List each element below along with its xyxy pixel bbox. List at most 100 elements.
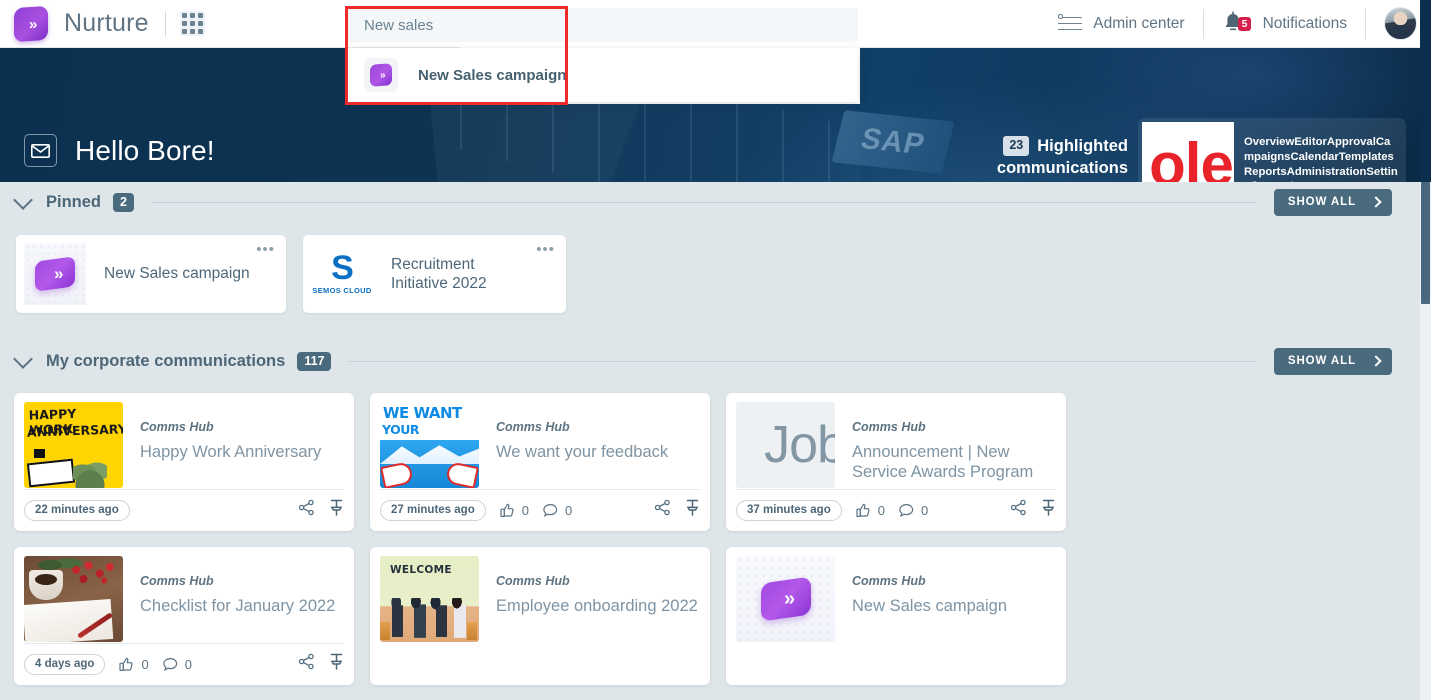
card-source: Comms Hub bbox=[496, 574, 570, 588]
promo-image-text: ole bbox=[1149, 131, 1234, 182]
chevron-right-icon bbox=[1370, 354, 1382, 367]
scrollbar-thumb[interactable] bbox=[1421, 182, 1430, 304]
nurture-tile-icon: » bbox=[736, 556, 835, 642]
promo-image: ole bbox=[1142, 122, 1234, 182]
card-source: Comms Hub bbox=[852, 420, 926, 434]
share-icon[interactable] bbox=[298, 499, 315, 521]
logo-glyph: » bbox=[29, 15, 35, 32]
coffee-notebook-image bbox=[24, 556, 123, 642]
search-result-item[interactable]: » New Sales campaign bbox=[348, 48, 858, 102]
search-panel: New sales » New Sales campaign bbox=[348, 8, 858, 102]
chevron-right-icon bbox=[1370, 195, 1382, 208]
pinned-section-count: 2 bbox=[113, 192, 134, 212]
comment-stat[interactable]: 0 bbox=[162, 656, 192, 672]
pin-icon[interactable] bbox=[685, 499, 700, 521]
vertical-scrollbar[interactable] bbox=[1420, 0, 1431, 700]
show-all-label: SHOW ALL bbox=[1287, 354, 1356, 367]
communication-card[interactable]: Job Comms Hub Announcement | New Service… bbox=[726, 393, 1066, 531]
nurture-logo-icon[interactable]: » bbox=[14, 5, 48, 42]
brand-area[interactable]: » Nurture bbox=[0, 5, 149, 42]
comment-icon bbox=[162, 657, 177, 671]
card-timestamp: 22 minutes ago bbox=[24, 499, 130, 521]
communications-section-title: My corporate communications bbox=[46, 351, 286, 370]
like-stat[interactable]: 0 bbox=[119, 657, 149, 672]
comment-icon bbox=[899, 503, 914, 517]
more-options-icon[interactable]: ••• bbox=[256, 242, 275, 257]
communication-card[interactable]: Comms Hub Checklist for January 2022 4 d… bbox=[14, 547, 354, 685]
avatar[interactable] bbox=[1384, 7, 1417, 40]
divider bbox=[1365, 8, 1366, 39]
like-stat[interactable]: 0 bbox=[856, 503, 885, 518]
more-options-icon[interactable]: ••• bbox=[536, 242, 555, 257]
card-source: Comms Hub bbox=[140, 574, 214, 588]
pinned-card-title: Recruitment Initiative 2022 bbox=[391, 255, 487, 292]
nurture-tile-icon: » bbox=[24, 243, 86, 305]
communication-card[interactable]: WELCOME Comms Hub Employee onboarding 20… bbox=[370, 547, 710, 685]
like-count: 0 bbox=[877, 502, 885, 518]
promo-card[interactable]: ole OverviewEditorApprovalCampaignsCalen… bbox=[1138, 118, 1406, 182]
envelope-icon[interactable] bbox=[24, 134, 57, 167]
communication-cards-grid: HAPPY WORK ANNIVERSARY Comms Hub Happy Wo… bbox=[0, 381, 1420, 700]
pin-icon[interactable] bbox=[329, 653, 344, 675]
chevron-down-icon[interactable] bbox=[13, 348, 33, 369]
card-source: Comms Hub bbox=[852, 574, 926, 588]
pin-icon[interactable] bbox=[329, 499, 344, 521]
bell-icon: 5 bbox=[1222, 10, 1252, 37]
semos-cloud-logo: S SEMOS CLOUD bbox=[311, 243, 373, 305]
communications-show-all-button[interactable]: SHOW ALL bbox=[1273, 347, 1392, 375]
card-title: Announcement | New Service Awards Progra… bbox=[852, 443, 1034, 482]
pinned-section-title: Pinned bbox=[46, 192, 102, 211]
divider bbox=[349, 360, 1256, 362]
thumb-text: Job bbox=[764, 416, 835, 474]
search-result-label: New Sales campaign bbox=[418, 66, 567, 84]
notifications-button[interactable]: 5 Notifications bbox=[1222, 10, 1347, 37]
share-icon[interactable] bbox=[654, 499, 671, 521]
card-timestamp: 27 minutes ago bbox=[380, 499, 486, 521]
thumbs-up-icon bbox=[119, 657, 133, 671]
card-source: Comms Hub bbox=[496, 420, 570, 434]
job-text-image: Job bbox=[736, 402, 835, 488]
pin-icon[interactable] bbox=[1041, 499, 1056, 521]
card-source: Comms Hub bbox=[140, 420, 214, 434]
share-icon[interactable] bbox=[298, 653, 315, 675]
communication-card[interactable]: WE WANTYOUR FEEDBACK Comms Hub We want y… bbox=[370, 393, 710, 531]
communication-card[interactable]: » Comms Hub New Sales campaign bbox=[726, 547, 1066, 685]
communications-section-header: My corporate communications 117 SHOW ALL bbox=[0, 341, 1420, 381]
divider bbox=[164, 10, 166, 37]
card-title: We want your feedback bbox=[496, 443, 669, 461]
logo-glyph: » bbox=[379, 69, 384, 81]
admin-center-button[interactable]: Admin center bbox=[1058, 13, 1185, 34]
comment-stat[interactable]: 0 bbox=[899, 503, 928, 518]
share-icon[interactable] bbox=[1010, 499, 1027, 521]
pinned-show-all-button[interactable]: SHOW ALL bbox=[1273, 188, 1392, 216]
like-stat[interactable]: 0 bbox=[500, 503, 529, 518]
welcome-handshake-image: WELCOME bbox=[380, 556, 479, 642]
card-title: Happy Work Anniversary bbox=[140, 443, 322, 461]
comment-stat[interactable]: 0 bbox=[543, 503, 572, 518]
search-input[interactable]: New sales bbox=[348, 8, 858, 42]
show-all-label: SHOW ALL bbox=[1287, 195, 1356, 208]
promo-text: OverviewEditorApprovalCampaignsCalendarT… bbox=[1244, 136, 1398, 182]
comment-count: 0 bbox=[184, 656, 192, 672]
pinned-card-title: New Sales campaign bbox=[104, 265, 250, 283]
card-timestamp: 37 minutes ago bbox=[736, 499, 842, 521]
pinned-cards-row: » New Sales campaign ••• S SEMOS CLOUD Re… bbox=[0, 222, 1420, 313]
chevron-down-icon[interactable] bbox=[13, 189, 33, 210]
notifications-label: Notifications bbox=[1262, 14, 1347, 32]
apps-grid-icon[interactable] bbox=[181, 13, 203, 34]
scrollbar-track-top bbox=[1420, 0, 1431, 182]
sliders-icon bbox=[1058, 13, 1083, 34]
we-want-your-feedback-image: WE WANTYOUR FEEDBACK bbox=[380, 402, 479, 488]
pinned-card[interactable]: S SEMOS CLOUD Recruitment Initiative 2022… bbox=[303, 235, 566, 313]
card-timestamp: 4 days ago bbox=[24, 653, 106, 675]
hero-greeting-group: Hello Bore! bbox=[24, 134, 215, 167]
communications-section-count: 117 bbox=[297, 351, 332, 371]
happy-work-anniversary-image: HAPPY WORK ANNIVERSARY bbox=[24, 402, 123, 488]
communication-card[interactable]: HAPPY WORK ANNIVERSARY Comms Hub Happy Wo… bbox=[14, 393, 354, 531]
logo-glyph: » bbox=[53, 264, 60, 283]
card-title: Checklist for January 2022 bbox=[140, 597, 336, 615]
card-title: New Sales campaign bbox=[852, 597, 1007, 615]
pinned-card[interactable]: » New Sales campaign ••• bbox=[16, 235, 286, 313]
main-content: Pinned 2 SHOW ALL » New Sales campaign •… bbox=[0, 182, 1420, 700]
topbar-right-group: Admin center 5 Notifications bbox=[1058, 7, 1431, 40]
